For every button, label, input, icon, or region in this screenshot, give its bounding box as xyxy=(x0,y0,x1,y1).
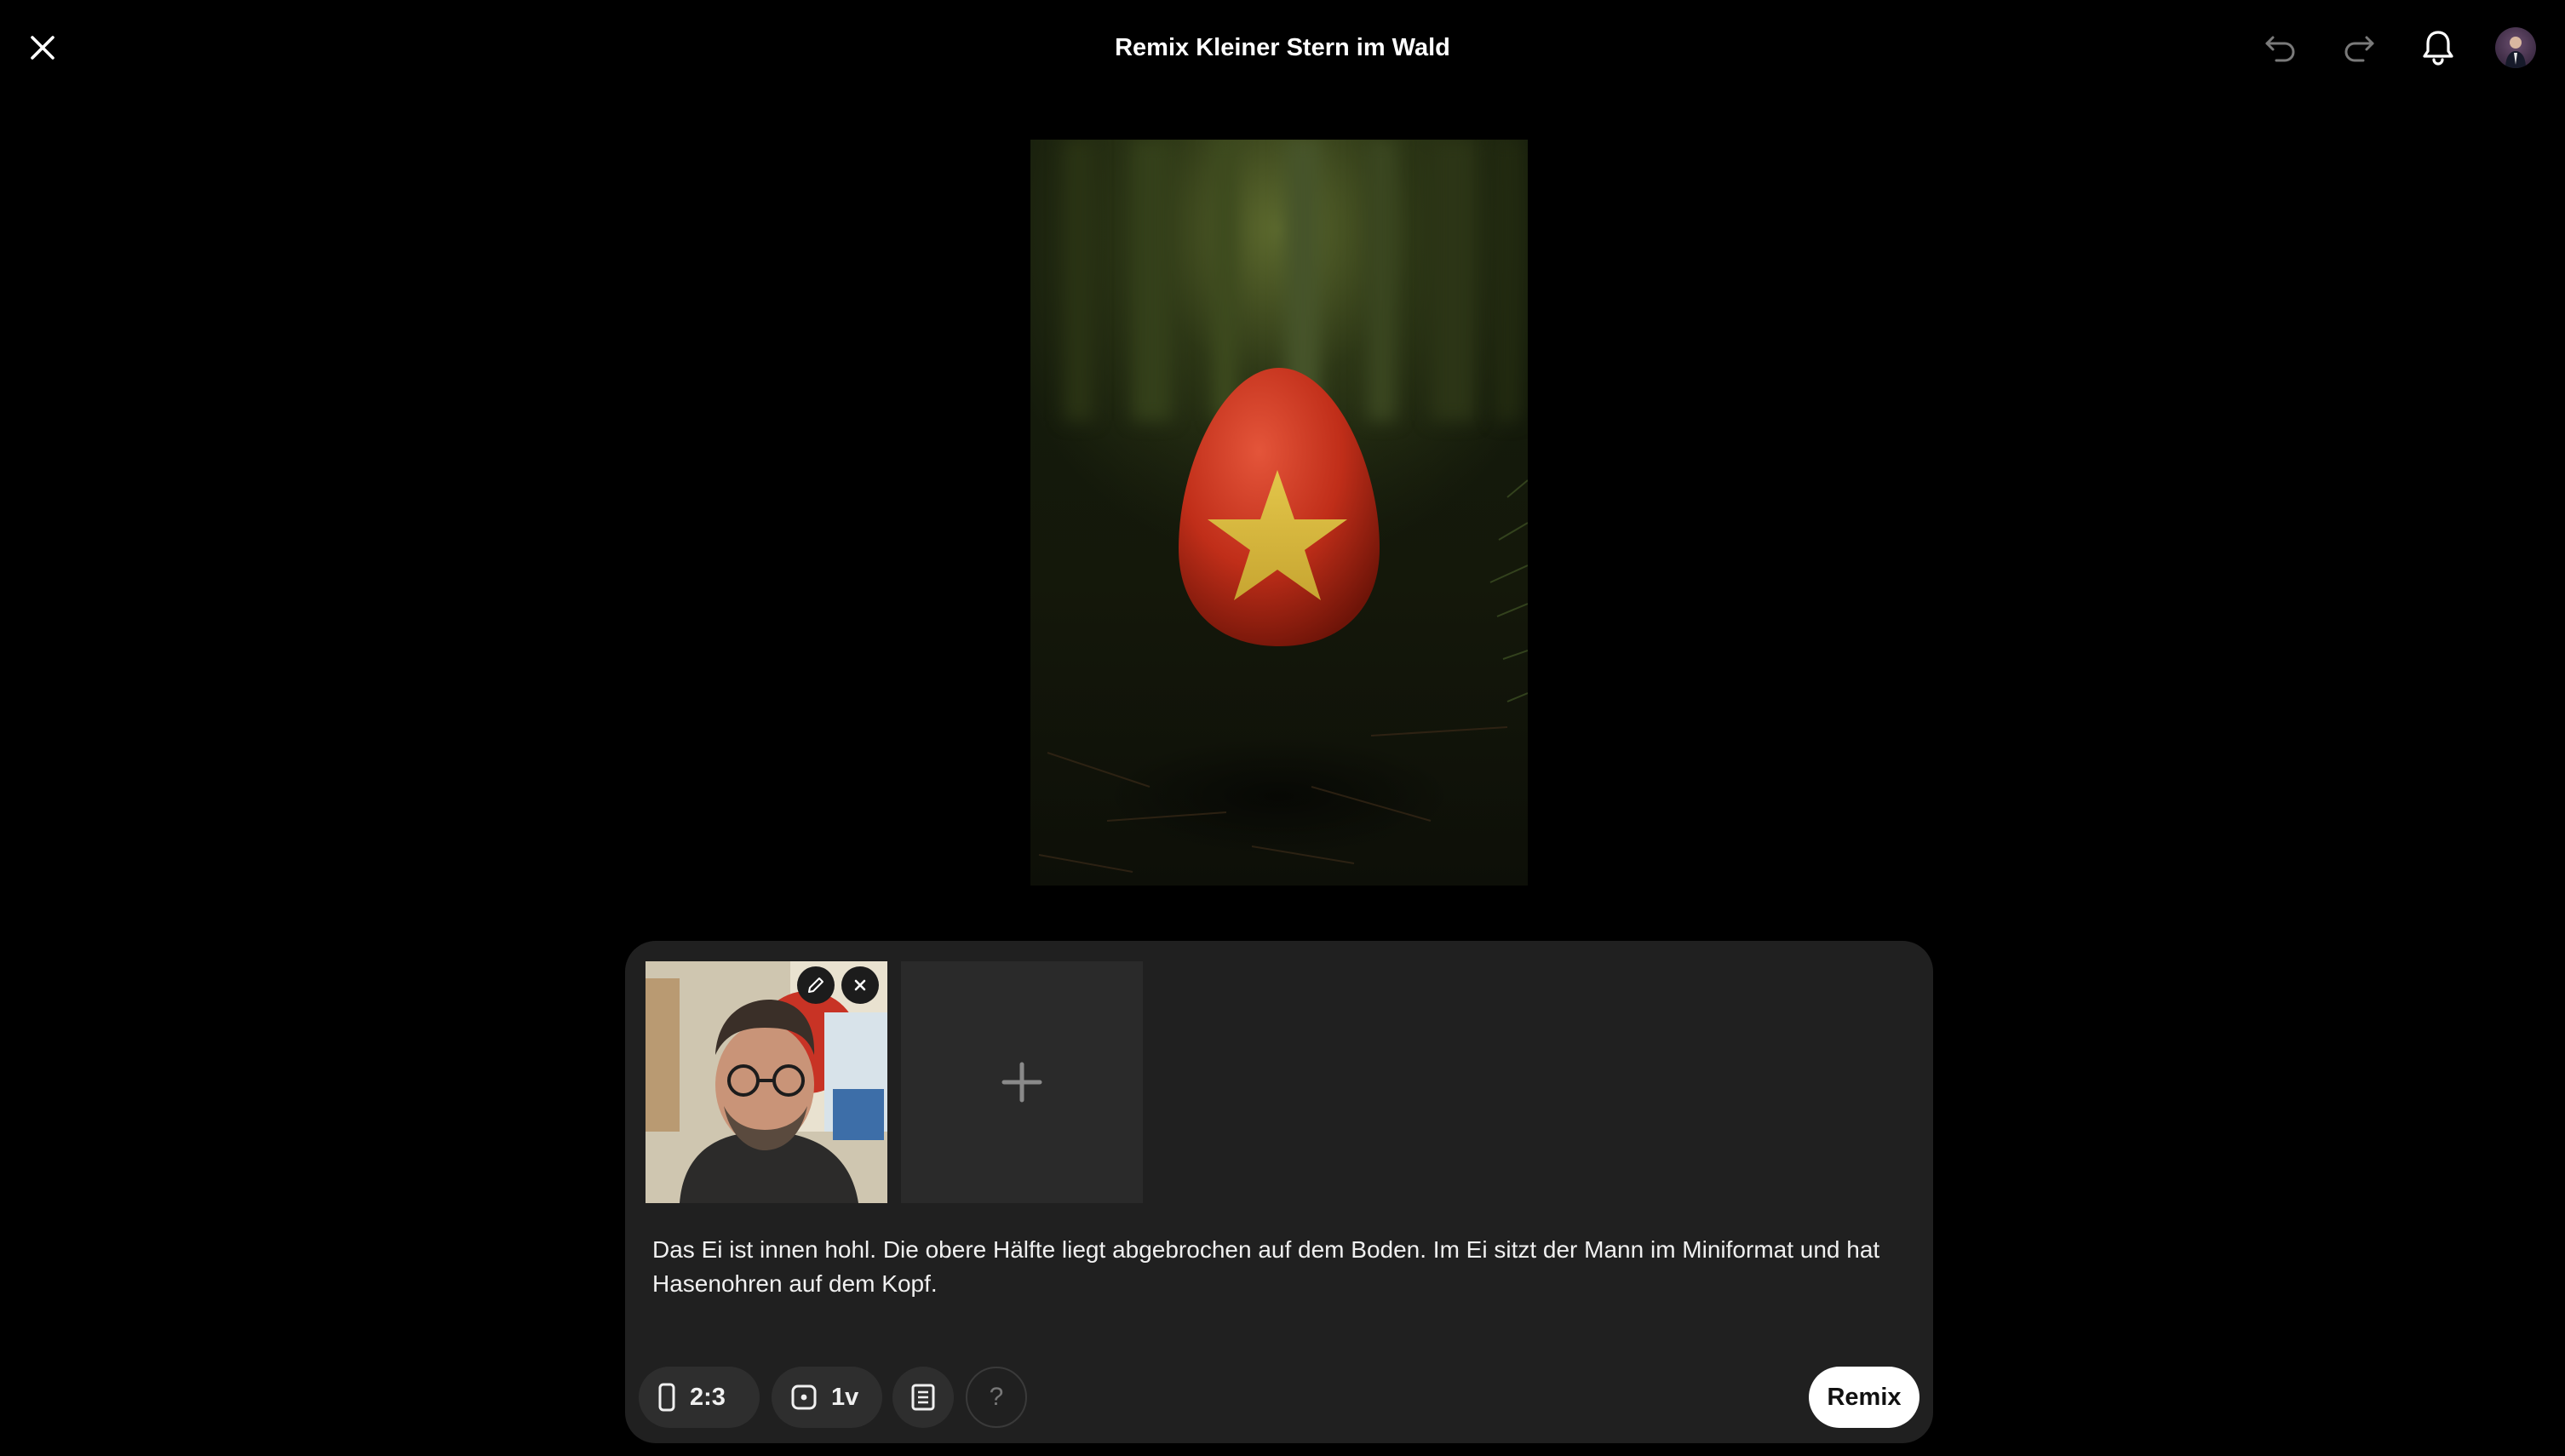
redo-button[interactable] xyxy=(2338,27,2379,68)
close-icon xyxy=(854,979,866,991)
avatar[interactable] xyxy=(2495,27,2536,68)
aspect-ratio-value: 2:3 xyxy=(690,1383,726,1411)
variation-icon xyxy=(791,1384,817,1410)
page-title: Remix Kleiner Stern im Wald xyxy=(1115,34,1450,61)
phone-portrait-icon xyxy=(658,1383,675,1412)
question-icon: ? xyxy=(989,1383,1004,1411)
notifications-button[interactable] xyxy=(2417,26,2459,68)
bell-icon xyxy=(2423,31,2453,66)
edit-reference-button[interactable] xyxy=(797,966,835,1004)
help-button[interactable]: ? xyxy=(966,1367,1027,1428)
reference-image-thumbnail[interactable] xyxy=(646,961,887,1203)
pencil-icon xyxy=(808,977,823,993)
remix-button[interactable]: Remix xyxy=(1809,1367,1919,1428)
document-icon xyxy=(911,1384,935,1411)
remix-composer: Das Ei ist innen hohl. Die obere Hälfte … xyxy=(625,941,1933,1443)
add-reference-button[interactable] xyxy=(901,961,1143,1203)
aspect-ratio-button[interactable]: 2:3 xyxy=(639,1367,760,1428)
remove-reference-button[interactable] xyxy=(841,966,879,1004)
undo-button[interactable] xyxy=(2260,27,2301,68)
generated-image[interactable] xyxy=(1030,140,1528,886)
variations-button[interactable]: 1v xyxy=(772,1367,882,1428)
variations-value: 1v xyxy=(831,1383,859,1411)
plus-icon xyxy=(1001,1062,1042,1103)
prompt-input[interactable]: Das Ei ist innen hohl. Die obere Hälfte … xyxy=(652,1233,1904,1301)
undo-icon xyxy=(2265,36,2295,62)
redo-icon xyxy=(2344,36,2374,62)
prompt-guide-button[interactable] xyxy=(892,1367,954,1428)
